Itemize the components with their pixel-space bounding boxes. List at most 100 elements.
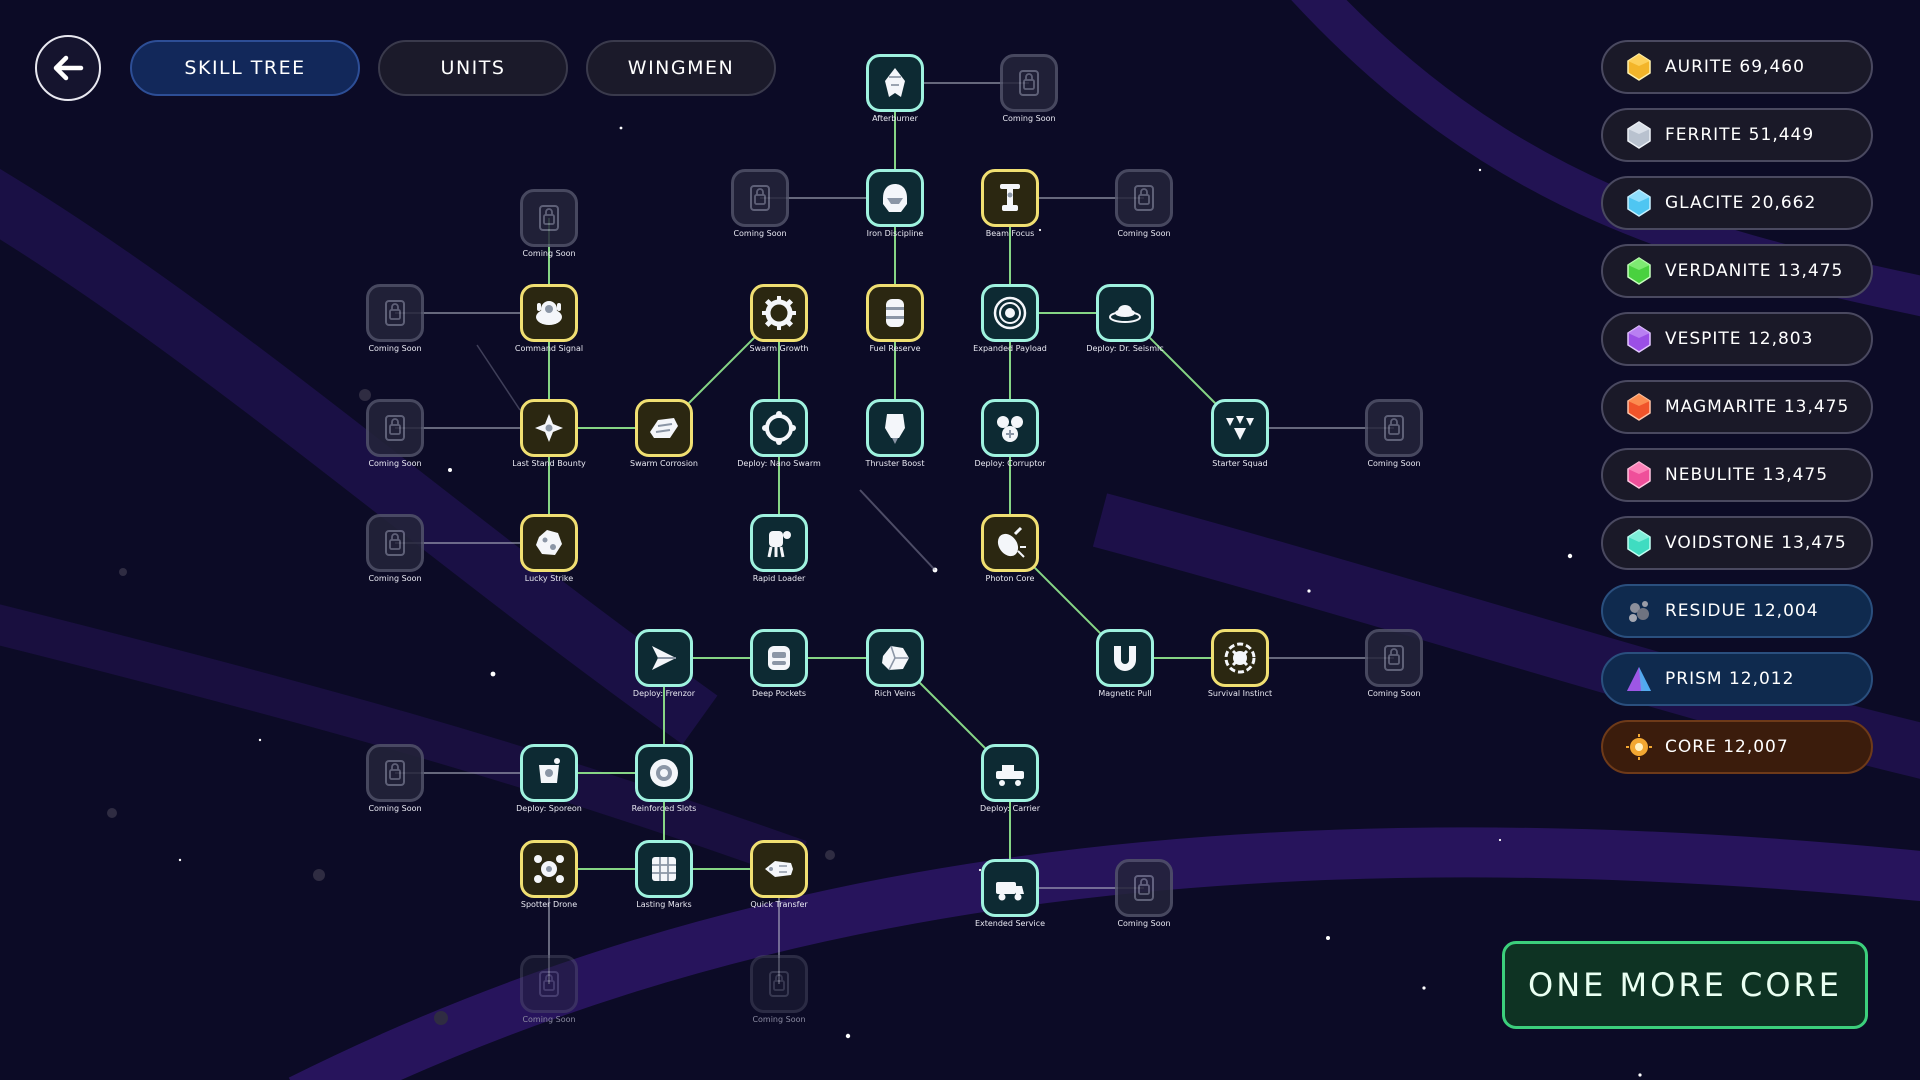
residue-rubble-icon	[1629, 601, 1649, 622]
skill-node-cs-j[interactable]	[1115, 859, 1173, 917]
tab-wingmen[interactable]: WINGMEN	[586, 40, 776, 96]
skill-node-afterburner[interactable]	[866, 54, 924, 112]
lock-icon	[385, 300, 405, 326]
resource-vespite: VESPITE 12,803	[1601, 312, 1873, 366]
prism-triangle-icon	[1627, 667, 1651, 691]
skill-node-extended-service[interactable]	[981, 859, 1039, 917]
skill-node-label: Deploy: Corruptor	[974, 459, 1046, 468]
survival-emblem-icon	[1224, 642, 1256, 674]
skill-node-deploy-nano-swarm[interactable]	[750, 399, 808, 457]
skill-node-rich-veins[interactable]	[866, 629, 924, 687]
skill-node-cs-l[interactable]	[750, 955, 808, 1013]
skill-node-label: Extended Service	[974, 919, 1046, 928]
skill-node-cs-e[interactable]	[366, 399, 424, 457]
skill-node-deep-pockets[interactable]	[750, 629, 808, 687]
tab-wingmen-label: WINGMEN	[627, 57, 735, 79]
skill-node-cs-a[interactable]	[731, 169, 789, 227]
skill-node-deploy-sporeon[interactable]	[520, 744, 578, 802]
skill-node-label: Photon Core	[985, 574, 1035, 583]
ferrite-gem-icon	[1627, 121, 1651, 149]
lock-icon	[1384, 645, 1404, 671]
skill-node-label: Coming Soon	[1117, 919, 1171, 928]
resource-aurite: AURITE 69,460	[1601, 40, 1873, 94]
skill-node-label: Coming Soon	[368, 344, 422, 353]
fuel-barrel-icon	[886, 299, 904, 327]
skill-node-cs-h[interactable]	[1365, 629, 1423, 687]
skill-node-starter-squad[interactable]	[1211, 399, 1269, 457]
skill-node-spotter-drone[interactable]	[520, 840, 578, 898]
skill-node-label: Lucky Strike	[524, 574, 574, 583]
skill-node-reinforced-slots[interactable]	[635, 744, 693, 802]
skill-node-swarm-growth[interactable]	[750, 284, 808, 342]
skill-node-command-signal[interactable]	[520, 284, 578, 342]
skill-node-deploy-corruptor[interactable]	[981, 399, 1039, 457]
skill-node-lucky-strike[interactable]	[520, 514, 578, 572]
voidstone-gem-icon	[1627, 529, 1651, 557]
skill-node-label: Quick Transfer	[750, 900, 808, 909]
squad-icon	[1226, 416, 1254, 440]
skill-node-label: Reinforced Slots	[631, 804, 697, 813]
skill-node-label: Rapid Loader	[752, 574, 806, 583]
resource-core: CORE 12,007	[1601, 720, 1873, 774]
skill-node-cs-g[interactable]	[366, 514, 424, 572]
resource-core-label: CORE 12,007	[1665, 737, 1789, 757]
skill-node-label: Beam Focus	[985, 229, 1035, 238]
skill-node-magnetic-pull[interactable]	[1096, 629, 1154, 687]
skill-node-label: Survival Instinct	[1207, 689, 1273, 698]
resource-prism-label: PRISM 12,012	[1665, 669, 1795, 689]
corrosion-ship-icon	[650, 418, 678, 438]
resource-nebulite-label: NEBULITE 13,475	[1665, 465, 1829, 485]
skill-node-deploy-dr-seismic[interactable]	[1096, 284, 1154, 342]
lock-icon	[539, 205, 559, 231]
aurite-gem-icon	[1627, 53, 1651, 81]
lock-icon	[769, 971, 789, 997]
skill-node-quick-transfer[interactable]	[750, 840, 808, 898]
skill-node-lasting-marks[interactable]	[635, 840, 693, 898]
skill-node-cs-i[interactable]	[366, 744, 424, 802]
lock-icon	[750, 185, 770, 211]
skill-node-cs-c[interactable]	[520, 189, 578, 247]
bounty-ship-icon	[535, 414, 563, 442]
skill-node-fuel-reserve[interactable]	[866, 284, 924, 342]
skill-node-expanded-payload[interactable]	[981, 284, 1039, 342]
tab-skill-tree-label: SKILL TREE	[184, 57, 306, 79]
skill-node-cs-f[interactable]	[1365, 399, 1423, 457]
skill-node-label: Coming Soon	[522, 1015, 576, 1024]
vespite-gem-icon	[1627, 325, 1651, 353]
lock-icon	[1384, 415, 1404, 441]
lock-icon	[539, 971, 559, 997]
one-more-core-button[interactable]: ONE MORE CORE	[1502, 941, 1868, 1029]
skill-node-cs-b[interactable]	[1115, 169, 1173, 227]
skill-node-swarm-corrosion[interactable]	[635, 399, 693, 457]
skill-node-beam-focus[interactable]	[981, 169, 1039, 227]
reinforced-slot-icon	[650, 759, 678, 787]
sporeon-icon	[539, 758, 560, 783]
glacite-gem-icon	[1627, 189, 1651, 217]
tab-units[interactable]: UNITS	[378, 40, 568, 96]
skill-node-label: Starter Squad	[1212, 459, 1268, 468]
skill-node-label: Afterburner	[872, 114, 918, 123]
skill-node-cs-k[interactable]	[520, 955, 578, 1013]
service-truck-icon	[996, 882, 1024, 901]
skill-node-iron-discipline[interactable]	[866, 169, 924, 227]
tab-units-label: UNITS	[440, 57, 506, 79]
skill-node-label: Coming Soon	[752, 1015, 806, 1024]
skill-node-last-stand-bounty[interactable]	[520, 399, 578, 457]
skill-node-photon-core[interactable]	[981, 514, 1039, 572]
ore-chunk-icon	[882, 645, 909, 671]
skill-node-survival-instinct[interactable]	[1211, 629, 1269, 687]
tab-skill-tree[interactable]: SKILL TREE	[130, 40, 360, 96]
back-button[interactable]	[35, 35, 101, 101]
skill-node-deploy-carrier[interactable]	[981, 744, 1039, 802]
one-more-core-label: ONE MORE CORE	[1528, 966, 1842, 1004]
skill-node-label: Coming Soon	[1367, 689, 1421, 698]
skill-node-thruster-boost[interactable]	[866, 399, 924, 457]
skill-node-cs-d[interactable]	[366, 284, 424, 342]
skill-node-rapid-loader[interactable]	[750, 514, 808, 572]
rapid-loader-icon	[767, 531, 791, 558]
storage-pod-icon	[768, 646, 790, 670]
skill-node-deploy-frenzor[interactable]	[635, 629, 693, 687]
skill-node-cs-top[interactable]	[1000, 54, 1058, 112]
resource-residue: RESIDUE 12,004	[1601, 584, 1873, 638]
skill-node-label: Rich Veins	[874, 689, 916, 698]
